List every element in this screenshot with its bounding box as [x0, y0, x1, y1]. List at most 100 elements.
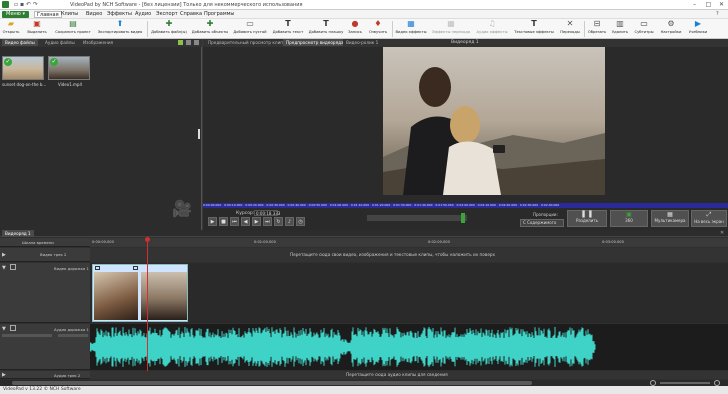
- close-icon[interactable]: ✕: [717, 1, 726, 9]
- save-project-button[interactable]: ▤ Сохранить проект: [52, 20, 94, 38]
- zoom-scale[interactable]: [367, 213, 467, 223]
- quick-access-icons[interactable]: ▫ ▪ ↶ ↷: [14, 1, 38, 8]
- stop-button[interactable]: ■: [219, 217, 228, 226]
- minimize-icon[interactable]: –: [690, 1, 699, 9]
- volume-slider[interactable]: [2, 334, 52, 337]
- audio-track2-area[interactable]: Перетащите сюда аудио клипы для сведения: [90, 371, 728, 379]
- menu-item-export[interactable]: Экспорт: [154, 11, 180, 18]
- menu-item-effects[interactable]: Эффекты: [105, 11, 134, 18]
- add-files-button[interactable]: ✚ Добавить файл(ы): [148, 20, 190, 38]
- video-effects-button[interactable]: ▦ Видео эффекты: [393, 20, 429, 38]
- close-icon[interactable]: ✕: [720, 230, 724, 236]
- settings-button[interactable]: ⚙ Настройки: [657, 20, 685, 38]
- menu-home-button[interactable]: Меню ▾: [2, 11, 29, 18]
- menu-item-audio[interactable]: Аудио: [133, 11, 153, 18]
- transition-effects-button[interactable]: ▦ Эффекты перехода: [429, 20, 473, 38]
- multicam-icon: ▦: [667, 211, 673, 218]
- record-button[interactable]: ● Запись: [346, 20, 364, 38]
- media-thumbnail-1[interactable]: ✓: [2, 56, 44, 80]
- track-expand-icon[interactable]: ▶: [2, 372, 6, 378]
- subtitles-button[interactable]: ▭ Субтитры: [631, 20, 657, 38]
- video-effects-icon: ▦: [407, 19, 415, 28]
- menu-item-programs[interactable]: Программы: [202, 11, 236, 18]
- pan-slider[interactable]: [58, 334, 88, 337]
- help-icon[interactable]: ?: [716, 11, 719, 17]
- text-effects-button[interactable]: T Текстовые эффекты: [511, 20, 557, 38]
- narrate-button[interactable]: ♦ Озвучить: [364, 20, 392, 38]
- speaker-icon[interactable]: [10, 325, 16, 331]
- loop-button[interactable]: ↻: [274, 217, 283, 226]
- audio-track-label: Аудио дорожка 1: [54, 327, 89, 332]
- multicam-button[interactable]: ▦ Мультикамера: [651, 210, 689, 227]
- panel-resize-handle[interactable]: [198, 129, 200, 139]
- volume-button[interactable]: ♪: [285, 217, 294, 226]
- tab-audio-files[interactable]: Аудио файлы: [42, 39, 78, 46]
- grid-view-icon[interactable]: [194, 40, 199, 45]
- audio-waveform[interactable]: [90, 324, 596, 370]
- track-visibility-icon[interactable]: [10, 264, 16, 270]
- select-button[interactable]: ▣ Выделить: [22, 20, 52, 38]
- track-collapse-icon[interactable]: ▼: [2, 326, 6, 332]
- rewind-start-button[interactable]: ⏮: [230, 217, 239, 226]
- tab-clip-preview[interactable]: Предварительный просмотр клипа: [205, 39, 289, 46]
- playhead-line[interactable]: [147, 238, 148, 378]
- audio-track-area[interactable]: [90, 324, 728, 370]
- app-logo-icon: [2, 1, 9, 8]
- next-frame-button[interactable]: ▶: [252, 217, 261, 226]
- menu-item-help[interactable]: Справка: [178, 11, 204, 18]
- audio-effects-button[interactable]: ♫ Аудио эффекты: [473, 20, 511, 38]
- clip-fx-icon[interactable]: [95, 266, 100, 270]
- tab-video-files[interactable]: Видео файлы: [2, 39, 38, 46]
- maximize-icon[interactable]: □: [704, 1, 713, 9]
- 360-button[interactable]: ▣ 360: [610, 210, 648, 227]
- delete-button[interactable]: ▥ Удалить: [609, 20, 631, 38]
- speed-button[interactable]: ◷: [296, 217, 305, 226]
- tutorials-button[interactable]: ▶ Учебники: [685, 20, 711, 38]
- list-view-icon[interactable]: [186, 40, 191, 45]
- tab-sequence-1[interactable]: Видеоряд 1: [2, 230, 34, 237]
- forward-end-button[interactable]: ⏭: [263, 217, 272, 226]
- record-icon: ●: [351, 19, 359, 28]
- menu-item-video[interactable]: Видео: [84, 11, 104, 18]
- timeline-zoom-slider[interactable]: [660, 382, 710, 384]
- overlay-track-label: Видео трек 2: [40, 252, 67, 257]
- view-icon[interactable]: [178, 40, 183, 45]
- fullscreen-button[interactable]: ⤢ На весь экран: [691, 210, 727, 227]
- clip-fx-icon[interactable]: [133, 266, 138, 270]
- audio-track2-label: Аудио трек 2: [54, 373, 81, 378]
- media-filename-2[interactable]: Video1.mp4: [58, 82, 82, 87]
- timeline-ruler[interactable]: 0:00:00.000 0:01:00.000 0:02:00.000 0:03…: [90, 237, 728, 247]
- play-button[interactable]: ▶: [208, 217, 217, 226]
- audio-drop-hint: Перетащите сюда аудио клипы для сведения: [346, 372, 448, 377]
- save-icon: ▤: [69, 19, 77, 28]
- cursor-time-field[interactable]: 0:00:18.333: [254, 210, 280, 216]
- preview-ruler-labels: 0:00:00.000 · 0:00:10.000 · 0:00:20.000 …: [203, 203, 560, 207]
- scroll-thumb[interactable]: [12, 381, 532, 385]
- export-video-button[interactable]: ⬆ Экспортировать видео: [94, 20, 146, 38]
- split-button[interactable]: ▌▐ Разделить: [567, 210, 607, 227]
- add-objects-button[interactable]: ✚ Добавить объекты: [190, 20, 230, 38]
- menu-item-home[interactable]: Главная: [34, 11, 62, 18]
- overlay-track-area[interactable]: Перетащите сюда свои видео, изображения …: [90, 248, 728, 262]
- media-thumbnail-2[interactable]: ✓: [48, 56, 90, 80]
- add-title-button[interactable]: T Добавить плашку: [306, 20, 346, 38]
- prev-frame-button[interactable]: ◀: [241, 217, 250, 226]
- tab-video-clip[interactable]: Видео-ролик 1: [343, 39, 382, 46]
- tab-images[interactable]: Изображения: [80, 39, 117, 46]
- video-clip[interactable]: [92, 264, 188, 322]
- open-button[interactable]: ▰ Открыть: [0, 20, 22, 38]
- preview-timeline-bar[interactable]: 0:00:00.000 · 0:00:10.000 · 0:00:20.000 …: [203, 203, 728, 208]
- tab-sequence-preview[interactable]: Предпросмотр видеоряда: [283, 39, 347, 46]
- add-text-button[interactable]: T Добавить текст: [270, 20, 306, 38]
- aspect-ratio-select[interactable]: С Содержимого: [520, 219, 564, 227]
- track-collapse-icon[interactable]: ▼: [2, 265, 6, 271]
- add-blank-button[interactable]: ▭ Добавить пустой: [230, 20, 270, 38]
- video-track-area[interactable]: [90, 263, 728, 323]
- menu-item-clips[interactable]: Клипы: [59, 11, 80, 18]
- transitions-button[interactable]: ✕ Переходы: [557, 20, 583, 38]
- zoom-handle[interactable]: [461, 213, 465, 223]
- title-bar: ▫ ▪ ↶ ↷ VideoPad by NCH Software - [без …: [0, 0, 728, 10]
- track-expand-icon[interactable]: ▶: [2, 252, 6, 258]
- trim-button[interactable]: ⊟ Обрезать: [585, 20, 609, 38]
- media-filename-1[interactable]: sunset dog-on-the b...: [2, 82, 46, 87]
